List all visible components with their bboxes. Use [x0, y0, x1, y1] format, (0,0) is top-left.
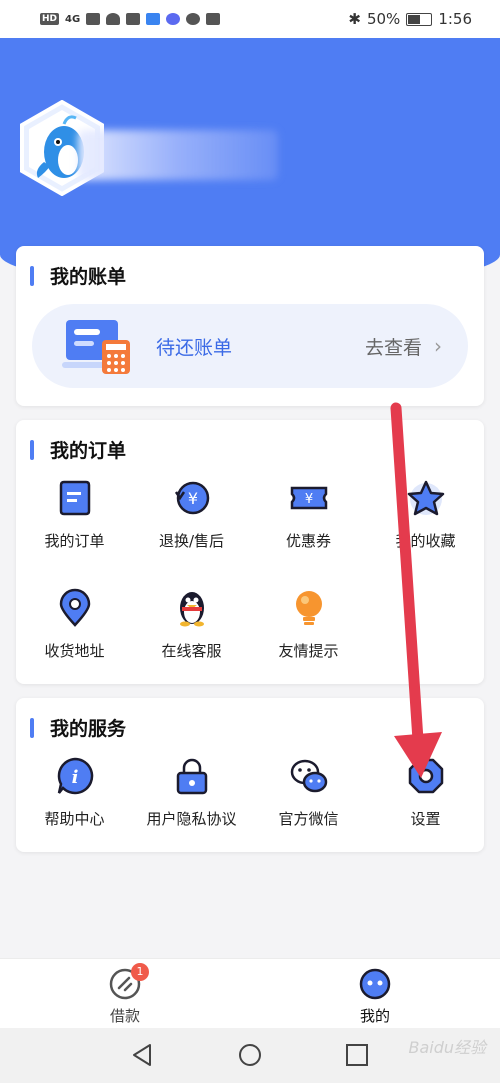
- bill-calculator-icon: [62, 316, 132, 376]
- document-icon: [59, 480, 90, 516]
- grid-item-tips[interactable]: 友情提示: [250, 588, 367, 661]
- music-icon: [166, 13, 181, 25]
- title-accent-bar: [30, 265, 34, 286]
- status-bar: HD 4G ✱ 50% 1:56: [0, 0, 500, 38]
- view-bill-label: 去查看: [364, 336, 422, 359]
- location-pin-icon: [59, 588, 90, 627]
- notification-badge: 1: [131, 963, 149, 981]
- chevron-right-icon: ›: [434, 334, 442, 358]
- lock-icon: [176, 758, 207, 795]
- pending-bill-row[interactable]: 待还账单 去查看 ›: [32, 304, 468, 388]
- grid-item-label: 退换/售后: [158, 532, 225, 550]
- svg-text:¥: ¥: [304, 492, 312, 507]
- username-blurred: [78, 130, 278, 180]
- tab-label: 我的: [359, 1007, 390, 1025]
- grid-item-label: 官方微信: [278, 810, 339, 828]
- grid-item-label: 我的收藏: [395, 532, 456, 550]
- service-section-title: 我的服务: [30, 714, 126, 741]
- battery-icon: [406, 12, 433, 26]
- order-card: 我的订单 我的订单 ¥ 退换/售后 ¥ 优惠券 我的收藏 收货地址 在线客服 友…: [16, 420, 484, 684]
- grid-item-label: 友情提示: [278, 642, 339, 660]
- yuan-refund-icon: ¥: [174, 481, 209, 515]
- grid-item-help-center[interactable]: i 帮助中心: [16, 756, 133, 829]
- info-icon: i: [57, 757, 93, 795]
- bottom-tab-bar: 1 借款 我的: [0, 958, 500, 1028]
- cloud-icon: [146, 13, 161, 25]
- bill-card: 我的账单 待还账单 去查看 ›: [16, 246, 484, 406]
- grid-item-label: 我的订单: [44, 532, 105, 550]
- shield-icon: [126, 13, 141, 25]
- status-icons: HD 4G: [40, 13, 221, 25]
- title-accent-bar: [30, 717, 34, 738]
- signal-icon: [86, 13, 101, 25]
- chat-icon: [186, 13, 201, 25]
- penguin-icon: [179, 592, 204, 627]
- grid-item-wechat[interactable]: 官方微信: [250, 756, 367, 829]
- wechat-icon: [290, 759, 327, 793]
- grid-item-address[interactable]: 收货地址: [16, 588, 133, 661]
- bluetooth-icon: ✱: [348, 10, 361, 28]
- network-label: 4G: [65, 13, 81, 25]
- bill-title-text: 我的账单: [50, 266, 127, 288]
- recents-icon[interactable]: [344, 1042, 370, 1068]
- grid-item-label: 在线客服: [161, 642, 222, 660]
- back-icon[interactable]: [130, 1042, 156, 1068]
- battery-percent: 50%: [366, 10, 401, 28]
- home-icon[interactable]: [237, 1042, 263, 1068]
- tab-loan[interactable]: 1 借款: [75, 963, 175, 1026]
- grid-item-settings[interactable]: 设置: [367, 756, 484, 829]
- view-bill-link[interactable]: 去查看 ›: [365, 333, 442, 360]
- tab-label: 借款: [109, 1007, 140, 1025]
- grid-item-my-orders[interactable]: 我的订单: [16, 478, 133, 551]
- grid-item-label: 设置: [410, 810, 441, 828]
- watermark: Baidu经验: [408, 1038, 486, 1057]
- grid-item-label: 优惠券: [285, 532, 331, 550]
- pending-bill-label: 待还账单: [156, 336, 233, 359]
- profile-icon: [359, 968, 391, 1000]
- star-icon: [407, 480, 444, 516]
- hd-icon: HD: [40, 13, 60, 25]
- svg-text:i: i: [71, 767, 78, 788]
- status-right: ✱ 50% 1:56: [348, 10, 472, 28]
- clock: 1:56: [438, 10, 472, 28]
- service-title-text: 我的服务: [50, 718, 127, 740]
- order-section-title: 我的订单: [30, 436, 126, 463]
- grid-item-coupons[interactable]: ¥ 优惠券: [250, 478, 367, 551]
- grid-item-customer-service[interactable]: 在线客服: [133, 588, 250, 661]
- grid-item-favorites[interactable]: 我的收藏: [367, 478, 484, 551]
- svg-text:¥: ¥: [187, 489, 197, 508]
- order-title-text: 我的订单: [50, 440, 127, 462]
- title-accent-bar: [30, 439, 34, 460]
- grid-item-label: 用户隐私协议: [146, 810, 237, 828]
- wifi-icon: [106, 13, 121, 25]
- lightbulb-icon: [295, 591, 322, 625]
- grid-item-refund[interactable]: ¥ 退换/售后: [133, 478, 250, 551]
- hand-icon: [206, 13, 221, 25]
- service-card: 我的服务 i 帮助中心 用户隐私协议 官方微信 设置: [16, 698, 484, 852]
- coupon-icon: ¥: [290, 486, 327, 510]
- bill-section-title: 我的账单: [30, 262, 126, 289]
- grid-item-label: 收货地址: [44, 642, 105, 660]
- grid-item-privacy[interactable]: 用户隐私协议: [133, 756, 250, 829]
- tab-me[interactable]: 我的: [325, 967, 425, 1026]
- grid-item-label: 帮助中心: [44, 810, 105, 828]
- settings-icon: [408, 758, 443, 794]
